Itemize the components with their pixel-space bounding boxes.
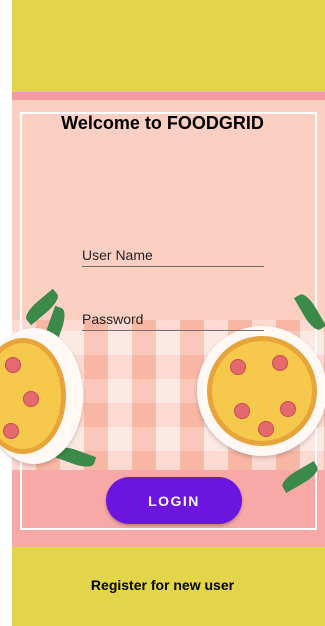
- page-title: Welcome to FOODGRID: [61, 113, 264, 133]
- pepperoni: [258, 421, 274, 437]
- header-strip: [12, 92, 325, 100]
- login-screen: Welcome to FOODGRID User Name Password L…: [0, 0, 325, 626]
- pepperoni: [3, 423, 19, 439]
- pepperoni: [23, 391, 39, 407]
- pepperoni: [272, 355, 288, 371]
- pepperoni: [234, 403, 250, 419]
- pepperoni: [230, 359, 246, 375]
- register-link[interactable]: Register for new user: [0, 577, 325, 593]
- login-button[interactable]: LOGIN: [106, 477, 242, 524]
- username-field[interactable]: User Name: [82, 247, 264, 267]
- top-band: [12, 0, 325, 92]
- pizza-image: [207, 336, 317, 446]
- password-field[interactable]: Password: [82, 311, 264, 331]
- pepperoni: [5, 357, 21, 373]
- pepperoni: [280, 401, 296, 417]
